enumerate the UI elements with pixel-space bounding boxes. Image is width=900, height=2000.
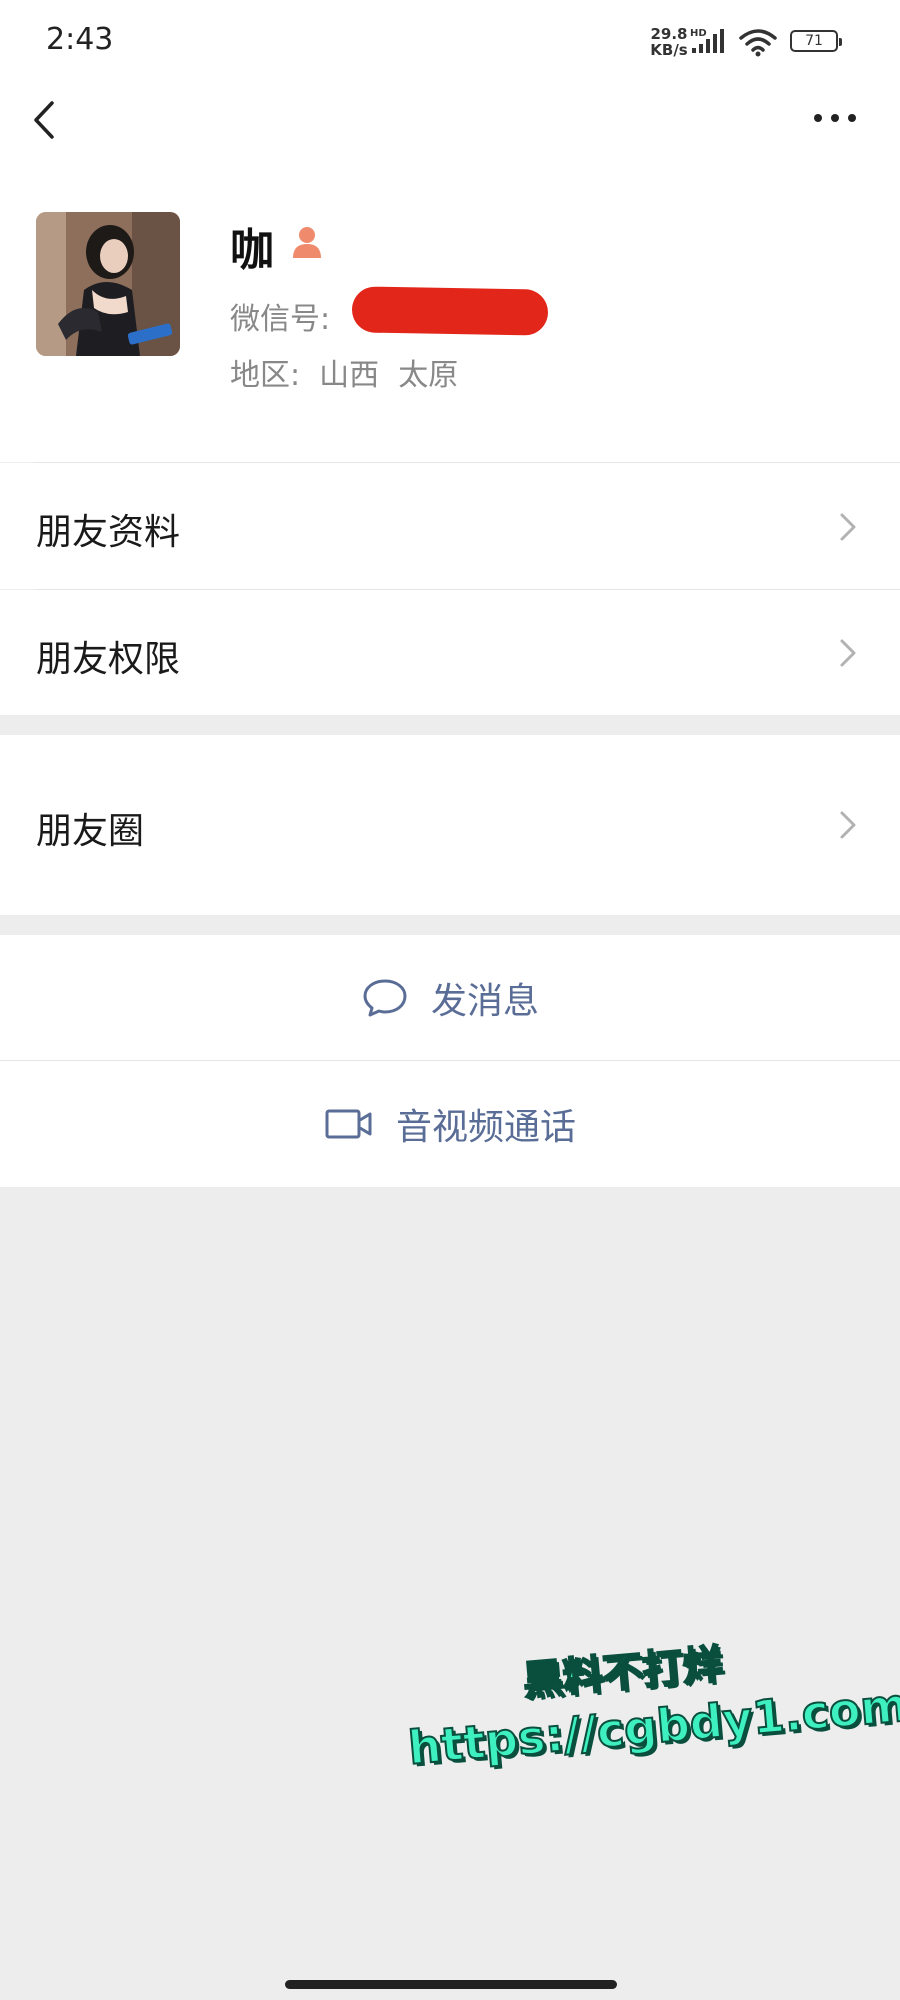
watermark: 黑料不打烊 https://cgbdy1.com — [401, 1621, 900, 1775]
region-text: 地区: 山西 太原 — [230, 358, 459, 393]
chevron-right-icon — [840, 513, 856, 541]
status-time: 2:43 — [46, 22, 114, 57]
video-camera-icon — [325, 1109, 372, 1139]
menu-item-moments[interactable]: 朋友圈 — [0, 735, 900, 915]
profile-header: 咖 微信号: 地区: 山西 太原 — [0, 160, 900, 462]
menu-item-friend-info[interactable]: 朋友资料 — [0, 463, 900, 589]
chevron-right-icon — [840, 811, 856, 839]
wifi-icon — [739, 29, 777, 57]
status-bar: 2:43 29.8 KB/s HD 71 — [0, 0, 900, 85]
menu-item-friend-permissions[interactable]: 朋友权限 — [0, 590, 900, 715]
contact-name: 咖 — [230, 225, 274, 276]
send-message-label: 发消息 — [430, 981, 539, 1022]
network-type-label: HD — [690, 28, 707, 39]
menu-item-label: 朋友资料 — [36, 512, 181, 553]
network-speed: 29.8 KB/s — [646, 26, 692, 58]
wechat-id-label: 微信号: — [230, 302, 331, 337]
send-message-content: 发消息 — [0, 935, 900, 1061]
avatar[interactable] — [36, 212, 180, 356]
avatar-photo — [36, 212, 180, 356]
network-speed-value: 29.8 — [650, 25, 688, 43]
nav-bar — [0, 85, 900, 160]
speech-bubble-icon — [363, 979, 407, 1017]
battery-level: 71 — [805, 33, 823, 49]
cellular-signal-icon: HD — [690, 28, 724, 53]
wechat-id-redaction — [351, 286, 549, 336]
voice-video-call-label: 音视频通话 — [395, 1107, 576, 1148]
send-message-button[interactable]: 发消息 — [0, 935, 900, 1061]
voice-video-call-content: 音视频通话 — [0, 1061, 900, 1187]
chevron-left-icon — [34, 101, 54, 139]
voice-video-call-button[interactable]: 音视频通话 — [0, 1061, 900, 1187]
back-button[interactable] — [24, 95, 64, 145]
home-indicator[interactable] — [285, 1980, 617, 1989]
menu-item-label: 朋友圈 — [36, 811, 145, 852]
ellipsis-icon — [814, 114, 856, 122]
menu-item-label: 朋友权限 — [36, 639, 181, 680]
network-speed-unit: KB/s — [650, 41, 688, 59]
more-options-button[interactable] — [810, 103, 860, 133]
battery-indicator: 71 — [790, 30, 842, 52]
female-icon — [293, 227, 321, 258]
chevron-right-icon — [840, 639, 856, 667]
